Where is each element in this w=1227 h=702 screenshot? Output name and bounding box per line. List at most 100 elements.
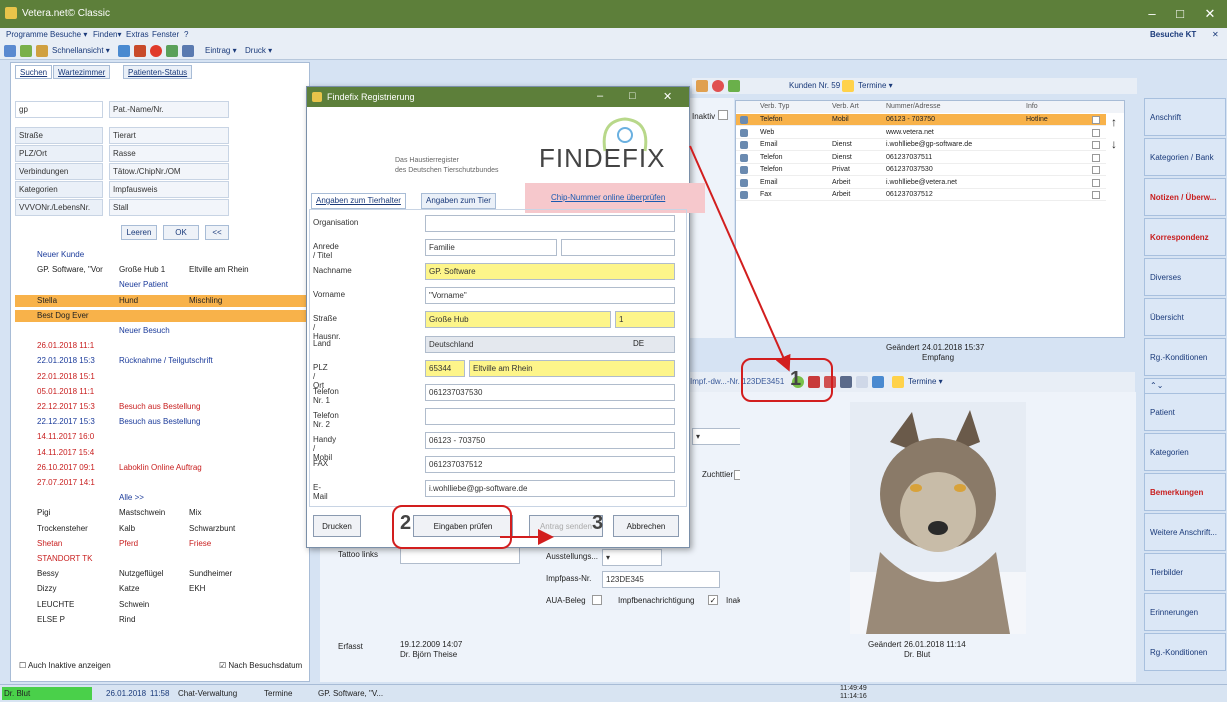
comm-row[interactable]: Email Arbeit i.wohlliebe@vetera.net [736, 177, 1106, 189]
comm-checkbox[interactable] [1092, 141, 1100, 149]
dialog-close[interactable]: ✕ [663, 90, 672, 103]
nav-erinnerungen[interactable]: Erinnerungen [1144, 593, 1226, 631]
dialog-field[interactable]: "Vorname" [425, 287, 675, 305]
nav-kategorien[interactable]: Kategorien [1144, 433, 1226, 471]
tattoo-links-field[interactable] [400, 547, 520, 564]
dialog-field[interactable]: Große Hub [425, 311, 611, 329]
dialog-field[interactable] [425, 215, 675, 232]
open-icon[interactable] [36, 45, 48, 57]
tab-patienten-status[interactable]: Patienten-Status [123, 65, 193, 79]
minimize-button[interactable]: – [1140, 6, 1164, 21]
status-chat[interactable]: Chat-Verwaltung [178, 689, 237, 698]
calendar-icon[interactable] [842, 80, 854, 92]
impfbenach-checkbox[interactable]: ✓ [708, 595, 718, 605]
search-input-name[interactable]: gp [15, 101, 103, 118]
abbrechen-button[interactable]: Abbrechen [613, 515, 679, 537]
dialog-maximize[interactable]: □ [629, 90, 636, 102]
tab-wartezimmer[interactable]: Wartezimmer [53, 65, 111, 79]
ausstellungs-dropdown[interactable]: ▾ [602, 549, 662, 566]
comm-row[interactable]: Telefon Dienst 061237037511 [736, 152, 1106, 164]
field-verbindungen[interactable]: Verbindungen [15, 163, 103, 180]
comm-row[interactable]: Web www.vetera.net [736, 127, 1106, 139]
druck-dropdown[interactable]: Druck ▾ [245, 46, 272, 55]
field-strasse[interactable]: Straße [15, 127, 103, 144]
nav-bemerkungen[interactable]: Bemerkungen [1144, 473, 1226, 511]
tree-row[interactable]: GP. Software, "Vor Große Hub 1 Eltville am… [15, 264, 307, 276]
tree-row[interactable]: 22.12.2017 15:3 Besuch aus Bestellung [15, 416, 307, 428]
menu-fenster[interactable]: Fenster [152, 30, 179, 39]
menu-besuche[interactable]: Besuche ▾ [50, 30, 87, 39]
auch-inaktive-checkbox[interactable]: ☐ Auch Inaktive anzeigen [19, 661, 111, 670]
tree-row[interactable]: Stella Hund Mischling [15, 294, 307, 307]
dialog-minimize[interactable]: – [597, 90, 603, 102]
nach-besuchsdatum-checkbox[interactable]: ☑ Nach Besuchsdatum [219, 661, 302, 670]
field-rasse[interactable]: Rasse [109, 145, 229, 162]
tree-row[interactable]: 05.01.2018 11:1 [15, 386, 307, 398]
nav-weitere-anschrift[interactable]: Weitere Anschrift... [1144, 513, 1226, 551]
nav-rg-konditionen-patient[interactable]: Rg.-Konditionen [1144, 633, 1226, 671]
dialog-field[interactable]: 65344 [425, 359, 465, 377]
tree-row[interactable]: Neuer Patient [15, 279, 307, 291]
gear-icon[interactable] [696, 80, 708, 92]
tree-row[interactable]: 22.01.2018 15:3 Rücknahme / Teilgutschrif… [15, 355, 307, 367]
menu-finden[interactable]: Finden▾ [93, 30, 121, 39]
besuche-kt-close[interactable]: ✕ [1212, 30, 1219, 39]
reload-icon[interactable] [872, 376, 884, 388]
arrow-icon[interactable] [118, 45, 130, 57]
tree-row[interactable]: 26.10.2017 09:1 Laboklin Online Auftrag [15, 462, 307, 474]
doc-icon[interactable] [856, 376, 868, 388]
comm-row[interactable]: Telefon Privat 061237037530 [736, 164, 1106, 176]
tree-row[interactable]: Neuer Kunde [15, 249, 307, 261]
tree-row[interactable]: 14.11.2017 16:0 [15, 431, 307, 443]
termine-dropdown[interactable]: Termine ▾ [858, 81, 893, 90]
stop-icon[interactable] [150, 45, 162, 57]
field-tierart[interactable]: Tierart [109, 127, 229, 144]
nav-tierbilder[interactable]: Tierbilder [1144, 553, 1226, 591]
comm-checkbox[interactable] [1092, 128, 1100, 137]
field-impfausweis[interactable]: Impfausweis [109, 181, 229, 198]
wrench-icon[interactable] [840, 376, 852, 388]
close-button[interactable]: ✕ [1198, 6, 1222, 22]
comm-row[interactable]: Email Dienst i.wohlliebe@gp-software.de [736, 139, 1106, 151]
nav-uebersicht[interactable]: Übersicht [1144, 298, 1226, 336]
tree-row[interactable]: STANDORT TK [15, 553, 307, 565]
drucken-button[interactable]: Drucken [313, 515, 361, 537]
tab-suchen[interactable]: Suchen [15, 65, 53, 79]
schnellansicht-dropdown[interactable]: Schnellansicht ▾ [52, 46, 110, 55]
dialog-field[interactable]: GP. Software [425, 263, 675, 281]
dialog-field[interactable]: 061237037512 [425, 456, 675, 473]
alert-icon[interactable] [712, 80, 724, 92]
menu-extras[interactable]: Extras [126, 30, 149, 39]
dialog-field-2[interactable]: 1 [615, 311, 675, 329]
tree-row[interactable]: Shetan Pferd Friese [15, 538, 307, 550]
tree-row[interactable]: Dizzy Katze EKH [15, 583, 307, 595]
arrow-up-icon[interactable]: ↑ [1111, 115, 1117, 129]
dialog-field[interactable]: 061237037530 [425, 383, 675, 401]
dialog-field-2[interactable] [561, 239, 675, 257]
maximize-button[interactable]: □ [1168, 6, 1192, 21]
comm-checkbox[interactable] [1092, 153, 1100, 162]
tree-row[interactable]: LEUCHTE Schwein [15, 599, 307, 611]
field-stall[interactable]: Stall [109, 199, 229, 216]
save-icon[interactable] [20, 45, 32, 57]
nav-kategorien-bank[interactable]: Kategorien / Bank [1144, 138, 1226, 176]
tree-row[interactable]: Pigi Mastschwein Mix [15, 507, 307, 519]
tool-icon[interactable] [134, 45, 146, 57]
tab-tierhalter[interactable]: Angaben zum Tierhalter [311, 193, 406, 209]
tree-row[interactable]: Alle >> [15, 492, 307, 504]
ok-button[interactable]: OK [163, 225, 199, 240]
field-vvvo[interactable]: VVVONr./LebensNr. [15, 199, 103, 216]
dialog-field[interactable]: 06123 - 703750 [425, 431, 675, 449]
chart-icon[interactable] [166, 45, 178, 57]
tree-row[interactable]: ELSE P Rind [15, 614, 307, 626]
nav-rg-konditionen[interactable]: Rg.-Konditionen [1144, 338, 1226, 376]
nav-notizen[interactable]: Notizen / Überw... [1144, 178, 1226, 216]
nav-diverses[interactable]: Diverses [1144, 258, 1226, 296]
tree-row[interactable]: Trockensteher Kalb Schwarzbunt [15, 523, 307, 535]
field-kategorien[interactable]: Kategorien [15, 181, 103, 198]
dialog-field[interactable]: i.wohlliebe@gp-software.de [425, 480, 675, 498]
leeren-button[interactable]: Leeren [121, 225, 157, 240]
chip-link[interactable]: Chip-Nummer online überprüfen [551, 193, 665, 202]
nav-korrespondenz[interactable]: Korrespondenz [1144, 218, 1226, 256]
refresh-icon[interactable] [728, 80, 740, 92]
